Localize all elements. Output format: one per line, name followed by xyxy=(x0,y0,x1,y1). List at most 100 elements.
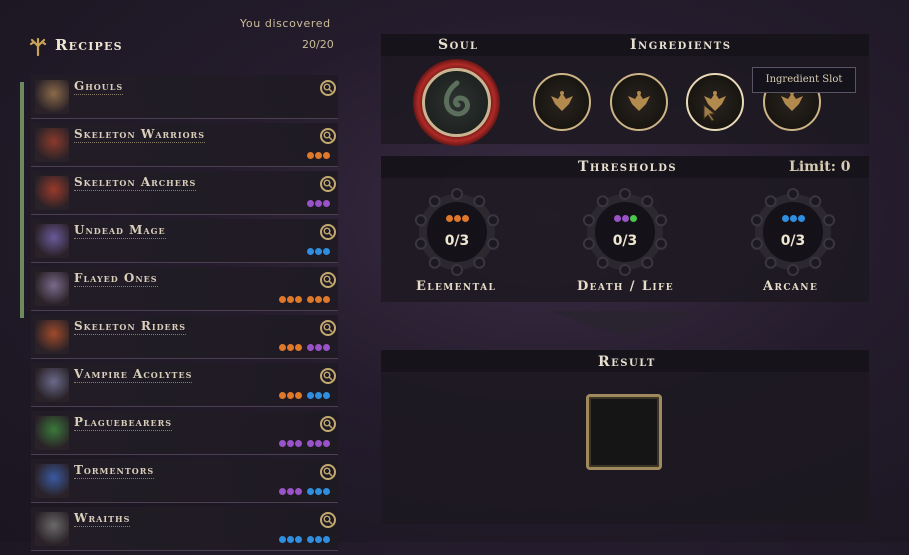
magnifier-icon xyxy=(323,323,333,333)
threshold-arcane: 0/3 xyxy=(747,188,839,276)
ingredients-title: Ingredients xyxy=(630,37,732,53)
recipe-search-button[interactable] xyxy=(320,128,336,144)
requirement-dot xyxy=(279,296,286,303)
threshold-dot xyxy=(789,215,797,222)
requirement-dot xyxy=(323,152,330,159)
recipe-name: Skeleton Archers xyxy=(74,175,197,191)
threshold-ring xyxy=(414,188,500,276)
ingredient-slot-1[interactable] xyxy=(533,73,591,131)
requirement-dot xyxy=(307,392,314,399)
recipe-requirement-dots xyxy=(307,152,330,159)
bee-emblem-icon xyxy=(703,91,726,122)
requirement-dot xyxy=(323,392,330,399)
recipe-search-button[interactable] xyxy=(320,464,336,480)
threshold-label-elemental: Elemental xyxy=(416,279,497,294)
dot-group xyxy=(307,200,330,207)
discovered-label: You discovered xyxy=(240,17,331,30)
requirement-dot xyxy=(295,344,302,351)
recipe-search-button[interactable] xyxy=(320,416,336,432)
recipe-requirement-dots xyxy=(307,200,330,207)
recipe-search-button[interactable] xyxy=(320,320,336,336)
threshold-dot xyxy=(461,215,469,222)
ingredient-slot-2[interactable] xyxy=(610,73,668,131)
recipe-row[interactable]: Vampire Acolytes xyxy=(31,363,338,407)
threshold-dot xyxy=(453,215,461,222)
magnifier-icon xyxy=(323,467,333,477)
ingredient-slot-3[interactable] xyxy=(686,73,744,131)
dot-group xyxy=(279,488,302,495)
requirement-dot xyxy=(323,440,330,447)
threshold-ring xyxy=(582,188,668,276)
recipe-name: Ghouls xyxy=(74,79,124,95)
dot-group xyxy=(307,344,330,351)
bee-emblem-icon xyxy=(551,91,573,111)
dot-group xyxy=(279,440,302,447)
requirement-dot xyxy=(323,296,330,303)
requirement-dot xyxy=(295,296,302,303)
recipe-list: Ghouls Skeleton Warriors Skeleton Archers U… xyxy=(31,75,340,555)
recipe-row[interactable]: Tormentors xyxy=(31,459,338,503)
result-title: Result xyxy=(598,354,656,370)
requirement-dot xyxy=(315,488,322,495)
soul-title: Soul xyxy=(438,37,479,53)
recipes-title: Recipes xyxy=(55,36,123,54)
recipe-search-button[interactable] xyxy=(320,80,336,96)
thresholds-title: Thresholds xyxy=(578,159,678,175)
swirl-soul-icon xyxy=(444,80,470,117)
recipe-row[interactable]: Wraiths xyxy=(31,507,338,551)
dot-group xyxy=(307,488,330,495)
recipe-requirement-dots xyxy=(279,488,330,495)
requirement-dot xyxy=(287,488,294,495)
recipe-search-button[interactable] xyxy=(320,224,336,240)
recipe-search-button[interactable] xyxy=(320,368,336,384)
recipe-requirement-dots xyxy=(279,296,330,303)
recipes-header: Recipes xyxy=(28,34,340,58)
recipe-row[interactable]: Flayed Ones xyxy=(31,267,338,311)
requirement-dot xyxy=(295,392,302,399)
recipe-row[interactable]: Skeleton Archers xyxy=(31,171,338,215)
magnifier-icon xyxy=(323,419,333,429)
requirement-dot xyxy=(307,248,314,255)
threshold-dots xyxy=(411,215,503,222)
dot-group xyxy=(307,152,330,159)
requirement-dot xyxy=(287,296,294,303)
requirement-dot xyxy=(323,248,330,255)
requirement-dot xyxy=(287,440,294,447)
threshold-dots xyxy=(747,215,839,222)
recipe-scrollbar[interactable] xyxy=(20,82,24,318)
threshold-label-death-life: Death / Life xyxy=(577,279,675,294)
unit-portrait xyxy=(35,224,69,258)
threshold-value: 0/3 xyxy=(612,233,638,249)
recipe-search-button[interactable] xyxy=(320,512,336,528)
soul-slot[interactable] xyxy=(413,59,500,146)
unit-portrait xyxy=(35,80,69,114)
requirement-dot xyxy=(315,440,322,447)
recipe-row[interactable]: Plaguebearers xyxy=(31,411,338,455)
requirement-dot xyxy=(279,440,286,447)
requirement-dot xyxy=(287,344,294,351)
recipe-row[interactable]: Ghouls xyxy=(31,75,338,119)
requirement-dot xyxy=(323,344,330,351)
threshold-dots xyxy=(579,215,671,222)
threshold-dot xyxy=(797,215,805,222)
requirement-dot xyxy=(279,344,286,351)
thresholds-limit: Limit: 0 xyxy=(789,159,851,175)
recipe-row[interactable]: Skeleton Riders xyxy=(31,315,338,359)
recipe-search-button[interactable] xyxy=(320,272,336,288)
magnifier-icon xyxy=(323,371,333,381)
requirement-dot xyxy=(315,344,322,351)
dot-group xyxy=(279,296,302,303)
dot-group xyxy=(307,296,330,303)
unit-portrait xyxy=(35,320,69,354)
threshold-dot xyxy=(629,215,637,222)
recipe-row[interactable]: Undead Mage xyxy=(31,219,338,263)
recipe-name: Skeleton Riders xyxy=(74,319,187,335)
recipe-row[interactable]: Skeleton Warriors xyxy=(31,123,338,167)
threshold-dot xyxy=(621,215,629,222)
magnifier-icon xyxy=(323,83,333,93)
result-slot[interactable] xyxy=(586,394,662,470)
recipe-search-button[interactable] xyxy=(320,176,336,192)
unit-portrait xyxy=(35,128,69,162)
unit-portrait xyxy=(35,176,69,210)
dot-group xyxy=(279,344,302,351)
